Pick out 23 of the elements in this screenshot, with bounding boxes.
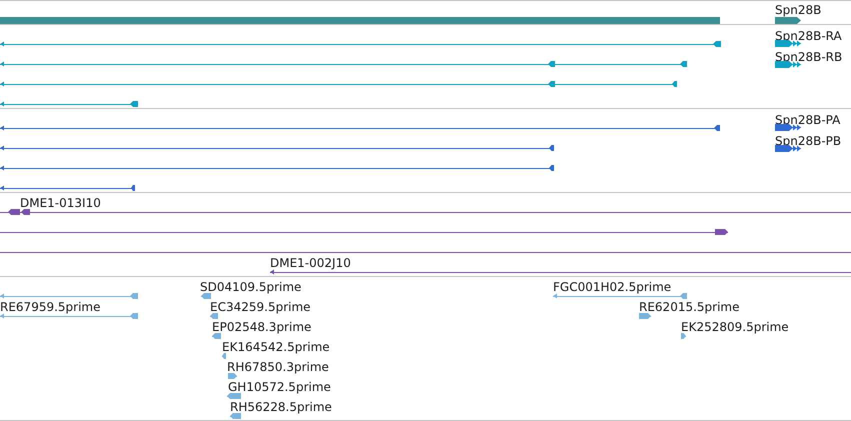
feature-label: FGC001H02.5prime bbox=[553, 280, 672, 294]
legend-label: Spn28B bbox=[775, 3, 822, 17]
feature-label: EC34259.5prime bbox=[210, 300, 311, 314]
feature-label: DME1-002J10 bbox=[270, 256, 351, 270]
protein-legend-icon bbox=[775, 124, 801, 131]
feature-label: GH10572.5prime bbox=[228, 380, 331, 394]
feature-label: EK164542.5prime bbox=[222, 340, 330, 354]
legend-label: Spn28B-PB bbox=[775, 134, 842, 148]
feature-label: RE67959.5prime bbox=[0, 300, 100, 314]
legend-label: Spn28B-RB bbox=[775, 50, 842, 64]
gene-legend-icon bbox=[775, 17, 801, 24]
transcript-legend-icon bbox=[775, 40, 801, 47]
legend-label: Spn28B-RA bbox=[775, 29, 842, 43]
feature-label: DME1-013I10 bbox=[20, 196, 101, 210]
feature-label: EP02548.3prime bbox=[212, 320, 312, 334]
feature-label: RH67850.3prime bbox=[227, 360, 329, 374]
feature-label: SD04109.5prime bbox=[200, 280, 302, 294]
legend-label: Spn28B-PA bbox=[775, 113, 840, 127]
feature-label: RH56228.5prime bbox=[230, 400, 332, 414]
feature-label: RE62015.5prime bbox=[639, 300, 740, 314]
transcript-legend-icon bbox=[775, 61, 801, 68]
protein-legend-icon bbox=[775, 145, 801, 152]
feature-label: EK252809.5prime bbox=[681, 320, 789, 334]
